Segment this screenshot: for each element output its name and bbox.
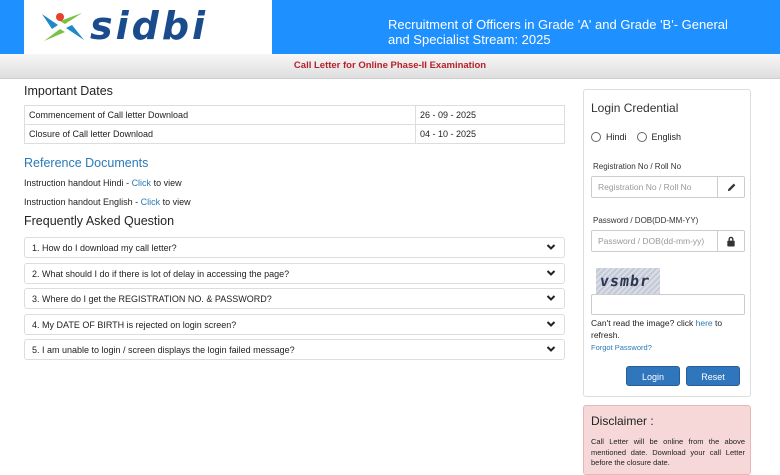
reference-documents-title: Reference Documents [24, 156, 149, 170]
faq-question: 5. I am unable to login / screen display… [32, 345, 295, 355]
captcha-refresh-text: Can't read the image? click here to refr… [591, 317, 741, 341]
chevron-down-icon [546, 295, 556, 301]
english-handout-link[interactable]: Click [141, 197, 161, 207]
disclaimer-body: Call Letter will be online from the abov… [591, 437, 745, 467]
subheader-text: Call Letter for Online Phase-II Examinat… [293, 60, 487, 71]
date-value: 04 - 10 - 2025 [415, 124, 565, 144]
hindi-label: Hindi [606, 132, 627, 142]
important-dates-table: Commencement of Call letter Download 26 … [24, 105, 565, 144]
faq-item-5[interactable]: 5. I am unable to login / screen display… [24, 339, 565, 360]
reference-item-suffix: to view [151, 178, 182, 188]
password-label: Password / DOB(DD-MM-YY) [593, 216, 699, 225]
hindi-radio[interactable] [591, 132, 601, 142]
faq-question: 2. What should I do if there is lot of d… [32, 269, 290, 279]
pencil-icon [717, 177, 744, 197]
registration-label: Registration No / Roll No [593, 162, 682, 171]
chevron-down-icon [546, 270, 556, 276]
important-dates-title: Important Dates [24, 84, 113, 98]
reference-item-label: Instruction handout English - [24, 197, 141, 207]
table-row: Commencement of Call letter Download 26 … [24, 105, 565, 125]
reset-button[interactable]: Reset [686, 366, 740, 386]
disclaimer-title: Disclaimer : [591, 414, 654, 428]
faq-title: Frequently Asked Question [24, 214, 175, 228]
refresh-prefix: Can't read the image? click [591, 318, 696, 328]
reference-item-english: Instruction handout English - Click to v… [24, 197, 191, 207]
faq-question: 4. My DATE OF BIRTH is rejected on login… [32, 320, 237, 330]
faq-item-4[interactable]: 4. My DATE OF BIRTH is rejected on login… [24, 314, 565, 335]
faq-question: 1. How do I download my call letter? [32, 243, 177, 253]
password-input[interactable] [592, 231, 718, 251]
chevron-down-icon [546, 346, 556, 352]
disclaimer-box: Disclaimer : Call Letter will be online … [583, 405, 751, 475]
forgot-password-link[interactable]: Forgot Password? [591, 343, 652, 352]
english-label: English [651, 132, 682, 142]
english-radio[interactable] [636, 132, 647, 142]
captcha-text: vsmbr [598, 272, 652, 290]
captcha-input[interactable] [591, 294, 745, 315]
captcha-image: vsmbr [596, 268, 660, 294]
language-selector: Hindi English [591, 132, 681, 142]
login-title: Login Credential [591, 101, 679, 115]
date-label: Closure of Call letter Download [24, 124, 416, 144]
registration-input-group [591, 176, 745, 198]
hindi-handout-link[interactable]: Click [132, 178, 152, 188]
faq-item-3[interactable]: 3. Where do I get the REGISTRATION NO. &… [24, 288, 565, 309]
chevron-down-icon [546, 321, 556, 327]
faq-item-1[interactable]: 1. How do I download my call letter? [24, 237, 565, 258]
date-label: Commencement of Call letter Download [24, 105, 416, 125]
login-panel: Login Credential Hindi English Registrat… [583, 89, 751, 397]
faq-item-2[interactable]: 2. What should I do if there is lot of d… [24, 263, 565, 284]
date-value: 26 - 09 - 2025 [415, 105, 565, 125]
sidbi-logo-icon [42, 13, 84, 41]
registration-input[interactable] [592, 177, 718, 197]
password-input-group [591, 230, 745, 252]
lock-icon [717, 231, 744, 251]
captcha-refresh-link[interactable]: here [696, 318, 713, 328]
reference-item-hindi: Instruction handout Hindi - Click to vie… [24, 178, 182, 188]
logo-wordmark: sidbi [90, 4, 209, 48]
subheader-bar: Call Letter for Online Phase-II Examinat… [0, 54, 780, 79]
login-button[interactable]: Login [626, 366, 680, 386]
table-row: Closure of Call letter Download 04 - 10 … [24, 124, 565, 144]
header-bar: sidbi Recruitment of Officers in Grade '… [0, 0, 780, 54]
faq-question: 3. Where do I get the REGISTRATION NO. &… [32, 294, 272, 304]
sidbi-logo[interactable]: sidbi [24, 0, 272, 54]
reference-item-suffix: to view [160, 197, 191, 207]
reference-item-label: Instruction handout Hindi - [24, 178, 132, 188]
chevron-down-icon [546, 244, 556, 250]
page-title: Recruitment of Officers in Grade 'A' and… [388, 17, 728, 47]
